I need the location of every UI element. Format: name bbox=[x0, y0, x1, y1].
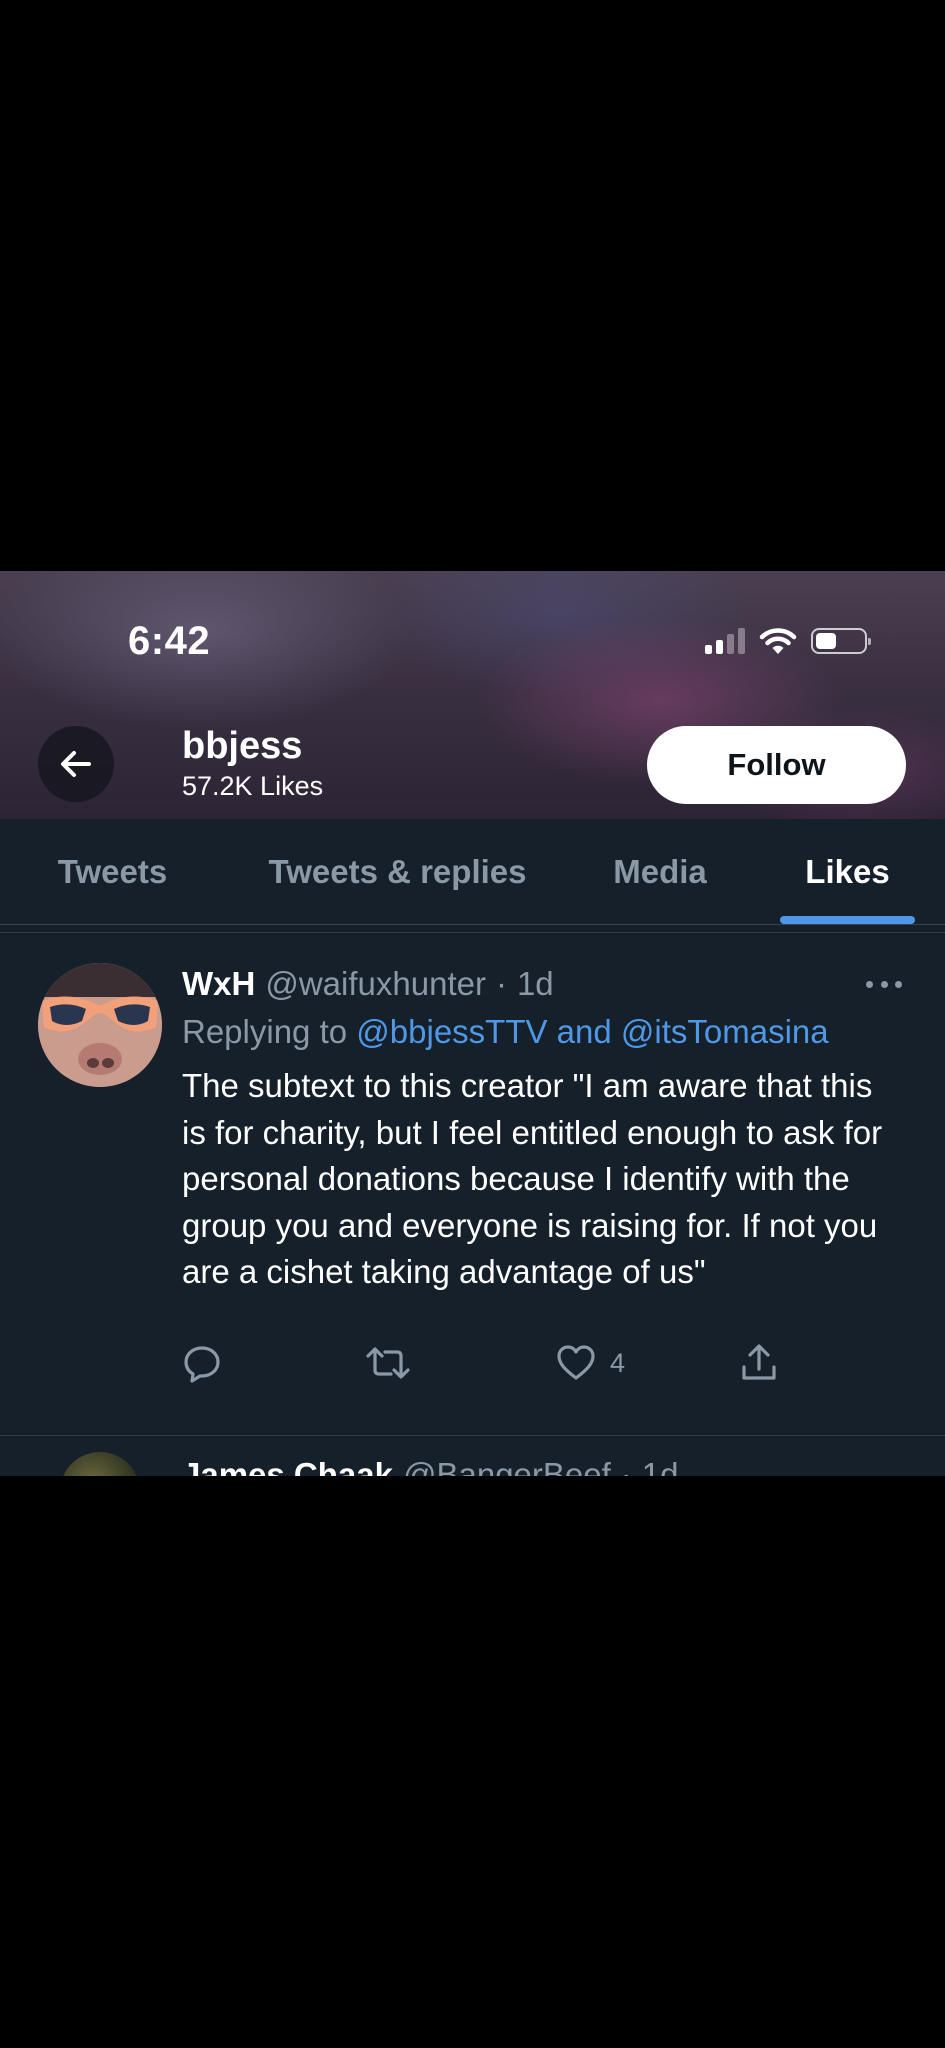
retweet-button[interactable] bbox=[366, 1341, 410, 1385]
reply-icon bbox=[184, 1346, 220, 1383]
profile-header: 6:42 bbjess 57.2K Likes Follow bbox=[0, 571, 945, 819]
tab-tweets-and-replies[interactable]: Tweets & replies bbox=[255, 819, 540, 924]
back-arrow-icon bbox=[61, 751, 91, 777]
bottom-letterbox bbox=[0, 1476, 945, 2048]
tweet-time: 1d bbox=[516, 965, 554, 1002]
share-icon bbox=[742, 1344, 776, 1380]
wifi-icon bbox=[759, 628, 797, 654]
tab-tweets[interactable]: Tweets bbox=[30, 819, 195, 924]
profile-tabs: Tweets Tweets & replies Media Likes bbox=[0, 819, 945, 925]
tweet-time: 1d bbox=[641, 1456, 679, 1476]
tweet[interactable]: James Chaak @BangerBeef · 1d bbox=[0, 1436, 945, 1476]
tweet-author[interactable]: James Chaak bbox=[182, 1456, 393, 1476]
avatar[interactable] bbox=[38, 963, 162, 1087]
like-icon bbox=[557, 1345, 595, 1380]
battery-icon bbox=[811, 628, 871, 654]
twitter-profile-screen: 6:42 bbjess 57.2K Likes Follow Tweets Tw… bbox=[0, 571, 945, 1476]
profile-likes-count: 57.2K Likes bbox=[182, 771, 324, 801]
active-tab-indicator bbox=[780, 916, 915, 924]
tweet[interactable]: WxH @waifuxhunter · 1d Replying to @bbje… bbox=[0, 933, 945, 1430]
like-button[interactable]: 4 bbox=[556, 1341, 625, 1385]
tweet-author[interactable]: WxH bbox=[182, 965, 255, 1003]
tweet-header: James Chaak @BangerBeef · 1d bbox=[182, 1456, 679, 1476]
avatar[interactable] bbox=[60, 1452, 140, 1476]
tweet-actions: 4 bbox=[182, 1341, 802, 1385]
more-icon[interactable] bbox=[866, 978, 902, 990]
replying-to-label: Replying to bbox=[182, 1013, 348, 1050]
like-count: 4 bbox=[610, 1347, 626, 1378]
top-letterbox bbox=[0, 0, 945, 571]
mention-link[interactable]: @itsTomasina bbox=[621, 1013, 829, 1050]
tweet-handle[interactable]: @waifuxhunter bbox=[265, 965, 486, 1003]
replying-to: Replying to @bbjessTTV and @itsTomasina bbox=[182, 1013, 829, 1051]
tab-likes[interactable]: Likes bbox=[785, 819, 910, 924]
follow-button[interactable]: Follow bbox=[647, 726, 906, 804]
tweet-handle[interactable]: @BangerBeef bbox=[403, 1456, 611, 1476]
tweet-dot: · bbox=[495, 965, 507, 1002]
retweet-icon bbox=[366, 1347, 410, 1379]
mention-link[interactable]: @bbjessTTV bbox=[356, 1013, 547, 1050]
status-time: 6:42 bbox=[128, 619, 211, 663]
reply-button[interactable] bbox=[182, 1341, 222, 1385]
back-button[interactable] bbox=[38, 726, 114, 802]
avatar-photo bbox=[38, 963, 162, 1087]
tweet-dot: · bbox=[620, 1456, 632, 1476]
status-icons bbox=[705, 625, 871, 657]
share-button[interactable] bbox=[740, 1341, 778, 1385]
profile-name: bbjess bbox=[182, 725, 303, 767]
tab-media[interactable]: Media bbox=[595, 819, 725, 924]
tweet-header: WxH @waifuxhunter · 1d bbox=[182, 965, 554, 1003]
mention-joiner[interactable]: and bbox=[557, 1013, 612, 1050]
signal-icon bbox=[705, 628, 745, 654]
tweet-text: The subtext to this creator "I am aware … bbox=[182, 1067, 883, 1290]
